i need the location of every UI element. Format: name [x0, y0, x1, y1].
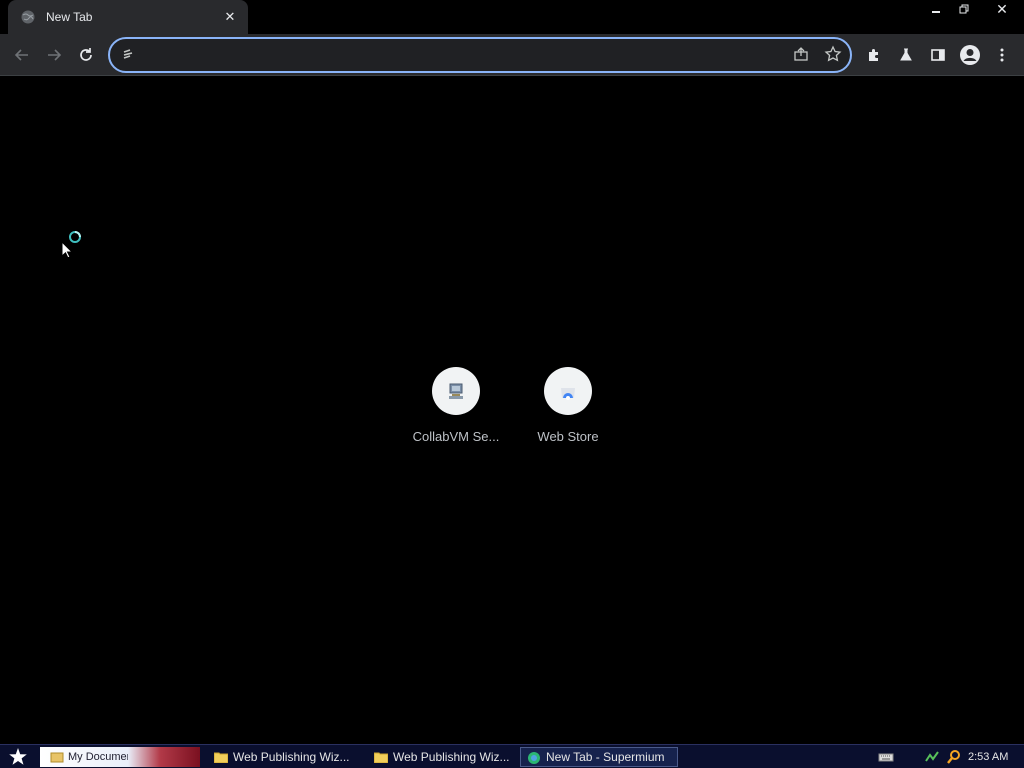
arrow-left-icon[interactable]	[6, 39, 38, 71]
shortcut-label: CollabVM Se...	[412, 429, 500, 444]
search-icon[interactable]	[946, 749, 962, 765]
tab-strip: New Tab ✕ ✕	[0, 0, 1024, 34]
quicklaunch-label: My Documents	[68, 751, 128, 763]
puzzle-icon[interactable]	[858, 39, 890, 71]
taskbar-button-label: Web Publishing Wiz...	[393, 750, 510, 764]
taskbar-button-web-publishing-2[interactable]: Web Publishing Wiz...	[368, 747, 518, 767]
keyboard-icon[interactable]	[878, 749, 894, 765]
flask-icon[interactable]	[890, 39, 922, 71]
start-button[interactable]	[0, 745, 36, 768]
side-panel-icon[interactable]	[922, 39, 954, 71]
globe-icon	[20, 9, 36, 25]
tab-title: New Tab	[46, 10, 93, 24]
star-icon[interactable]	[824, 45, 844, 65]
window-controls: ✕	[924, 0, 1024, 18]
browser-window: New Tab ✕ ✕ CollabVM Se... Web Store	[0, 0, 1024, 744]
taskbar-button-web-publishing-1[interactable]: Web Publishing Wiz...	[208, 747, 358, 767]
shortcut-collabvm[interactable]: CollabVM Se...	[400, 367, 512, 457]
minimize-icon[interactable]	[924, 0, 948, 18]
folder-icon	[50, 750, 64, 764]
window-close-icon[interactable]: ✕	[980, 0, 1024, 18]
shortcut-label: Web Store	[537, 429, 599, 444]
share-icon[interactable]	[792, 45, 812, 65]
arrow-right-icon[interactable]	[38, 39, 70, 71]
star-icon	[9, 747, 27, 765]
toolbar	[0, 34, 1024, 76]
folder-icon	[374, 751, 388, 763]
web-store-icon	[544, 367, 592, 415]
avatar-icon[interactable]	[954, 39, 986, 71]
taskbar-button-new-tab-supermium[interactable]: New Tab - Supermium	[520, 747, 678, 767]
address-input[interactable]	[142, 45, 782, 65]
taskbar-button-label: Web Publishing Wiz...	[233, 750, 350, 764]
search-engine-icon	[120, 47, 136, 63]
system-tray: 2:53 AM	[878, 745, 1024, 768]
network-icon[interactable]	[924, 749, 940, 765]
shortcut-web-store[interactable]: Web Store	[512, 367, 624, 457]
taskbar: My Documents Web Publishing Wiz... Web P…	[0, 744, 1024, 768]
busy-cursor-icon	[61, 231, 87, 266]
tab-new-tab[interactable]: New Tab ✕	[8, 0, 248, 34]
omnibox[interactable]	[108, 37, 852, 73]
restore-icon[interactable]	[952, 0, 976, 18]
collabvm-icon	[432, 367, 480, 415]
taskbar-button-label: New Tab - Supermium	[546, 750, 665, 764]
folder-icon	[214, 751, 228, 763]
kebab-menu-icon[interactable]	[986, 39, 1018, 71]
quicklaunch-my-documents[interactable]: My Documents	[40, 747, 200, 767]
clock: 2:53 AM	[968, 750, 1009, 763]
browser-icon	[527, 751, 541, 764]
close-icon[interactable]: ✕	[222, 9, 238, 25]
new-tab-page: CollabVM Se... Web Store	[0, 77, 1024, 744]
reload-icon[interactable]	[70, 39, 102, 71]
